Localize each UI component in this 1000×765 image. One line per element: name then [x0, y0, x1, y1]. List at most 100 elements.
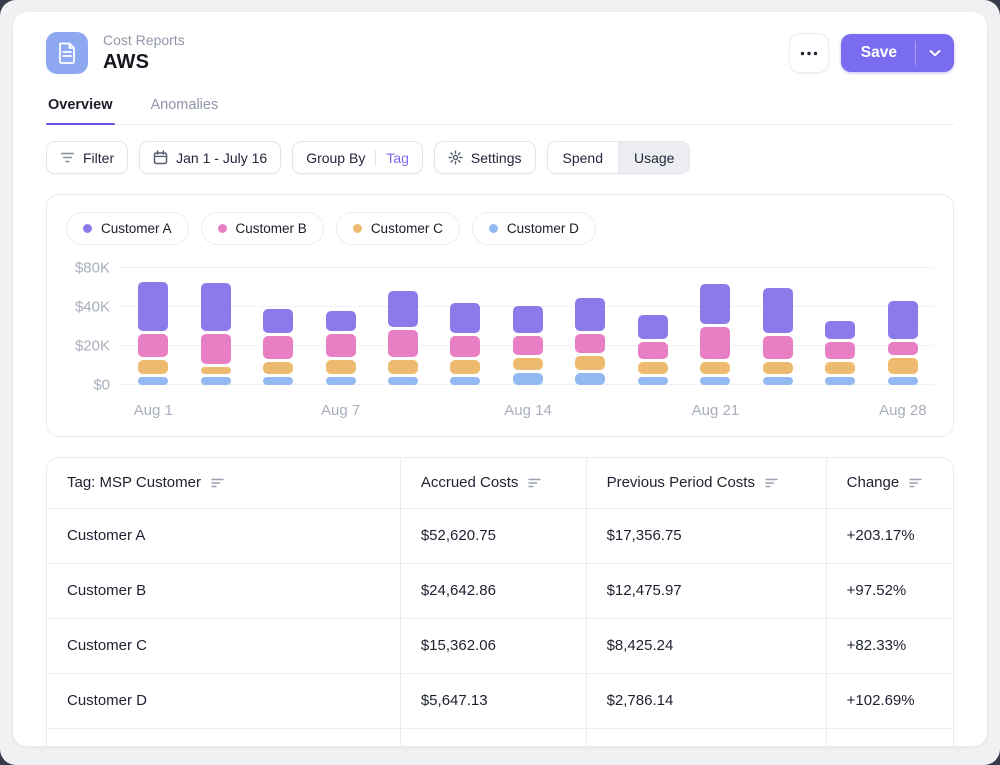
y-axis-label: $80K — [75, 260, 110, 277]
chart-bar[interactable] — [388, 291, 418, 385]
bar-segment-customer-c — [263, 362, 293, 375]
date-range-button[interactable]: Jan 1 - July 16 — [139, 141, 281, 174]
x-axis-label: Aug 14 — [497, 402, 559, 424]
bar-segment-customer-d — [201, 377, 231, 385]
table-cell: +102.69% — [826, 673, 953, 728]
report-card: Cost Reports AWS Save — [13, 12, 987, 746]
bar-segment-customer-d — [263, 377, 293, 385]
table-row[interactable]: Customer B$24,642.86$12,475.97+97.52% — [47, 563, 953, 618]
legend-pill-customer-b[interactable]: Customer B — [201, 212, 324, 245]
bar-segment-customer-a — [638, 315, 668, 339]
bar-segment-customer-c — [513, 358, 543, 371]
table-row[interactable]: Customer C$15,362.06$8,425.24+82.33% — [47, 618, 953, 673]
chart-bar[interactable] — [763, 288, 793, 385]
tab-bar: Overview Anomalies — [46, 89, 954, 125]
column-header-label: Accrued Costs — [421, 474, 519, 491]
x-axis-slot — [809, 402, 871, 424]
save-dropdown-button[interactable] — [916, 34, 954, 72]
chart-bar[interactable] — [825, 321, 855, 385]
column-header-change[interactable]: Change — [826, 458, 953, 508]
sort-icon[interactable] — [528, 478, 541, 488]
bar-segment-customer-b — [763, 336, 793, 358]
bar-segment-customer-d — [138, 377, 168, 385]
x-axis-label: Aug 1 — [122, 402, 184, 424]
table-cell: Customer D — [47, 673, 400, 728]
table-cell — [586, 728, 826, 746]
table-cell: $52,620.75 — [400, 508, 586, 563]
bar-segment-customer-a — [700, 284, 730, 324]
filter-icon — [60, 152, 75, 163]
sort-icon[interactable] — [909, 478, 922, 488]
legend-pill-customer-d[interactable]: Customer D — [472, 212, 596, 245]
table-row-partial — [47, 728, 953, 746]
legend-label: Customer B — [236, 221, 307, 236]
header: Cost Reports AWS Save — [46, 12, 954, 74]
x-axis-slot — [747, 402, 809, 424]
column-header-previous-period-costs[interactable]: Previous Period Costs — [586, 458, 826, 508]
table-cell: $8,425.24 — [586, 618, 826, 673]
bar-segment-customer-a — [201, 283, 231, 332]
bar-segment-customer-c — [201, 367, 231, 374]
chart-bar[interactable] — [638, 315, 668, 385]
more-options-button[interactable] — [789, 33, 829, 73]
chart-legend: Customer A Customer B Customer C Customer D — [66, 212, 934, 245]
bar-segment-customer-b — [638, 342, 668, 359]
table-row[interactable]: Customer A$52,620.75$17,356.75+203.17% — [47, 508, 953, 563]
group-by-button[interactable]: Group By Tag — [292, 141, 423, 174]
tab-overview[interactable]: Overview — [46, 89, 115, 124]
chart-bar[interactable] — [888, 301, 918, 385]
bar-segment-customer-c — [388, 360, 418, 375]
column-header-tag-msp-customer[interactable]: Tag: MSP Customer — [47, 458, 400, 508]
save-split-button: Save — [841, 34, 954, 72]
x-axis-slot — [622, 402, 684, 424]
chart-bar[interactable] — [450, 303, 480, 385]
bar-segment-customer-d — [825, 377, 855, 385]
x-axis-slot — [184, 402, 246, 424]
legend-pill-customer-c[interactable]: Customer C — [336, 212, 460, 245]
legend-dot-icon — [489, 224, 498, 233]
bar-segment-customer-d — [575, 373, 605, 385]
sort-icon[interactable] — [765, 478, 778, 488]
chart-bar[interactable] — [700, 284, 730, 385]
bar-segment-customer-c — [825, 362, 855, 375]
bar-segment-customer-b — [450, 336, 480, 356]
sort-icon[interactable] — [211, 478, 224, 488]
table-row[interactable]: Customer D$5,647.13$2,786.14+102.69% — [47, 673, 953, 728]
filter-button[interactable]: Filter — [46, 141, 128, 174]
date-range-label: Jan 1 - July 16 — [176, 150, 267, 166]
chart-bar[interactable] — [201, 283, 231, 385]
column-header-accrued-costs[interactable]: Accrued Costs — [400, 458, 586, 508]
bar-segment-customer-a — [513, 306, 543, 333]
bar-segment-customer-a — [888, 301, 918, 339]
header-actions: Save — [789, 33, 954, 73]
chart-bar[interactable] — [263, 309, 293, 385]
bar-segment-customer-b — [201, 334, 231, 364]
x-axis: Aug 1Aug 7Aug 14Aug 21Aug 28 — [122, 402, 934, 424]
bar-segment-customer-d — [326, 377, 356, 385]
tab-anomalies[interactable]: Anomalies — [149, 89, 221, 124]
gear-icon — [448, 150, 463, 165]
chart-bar[interactable] — [326, 311, 356, 385]
toggle-usage[interactable]: Usage — [618, 142, 689, 173]
bar-segment-customer-c — [700, 362, 730, 375]
bar-segment-customer-a — [263, 309, 293, 333]
legend-label: Customer A — [101, 221, 172, 236]
save-button[interactable]: Save — [841, 34, 915, 72]
column-header-label: Tag: MSP Customer — [67, 474, 201, 491]
chevron-down-icon — [929, 49, 941, 57]
app-window: Cost Reports AWS Save — [0, 0, 1000, 765]
chart-bar[interactable] — [513, 306, 543, 385]
table-cell: $12,475.97 — [586, 563, 826, 618]
bar-segment-customer-a — [326, 311, 356, 331]
stacked-bar-chart: $0$20K$40K$80K Aug 1Aug 7Aug 14Aug 21Aug… — [66, 261, 934, 424]
toggle-spend[interactable]: Spend — [548, 142, 618, 173]
x-axis-slot — [434, 402, 496, 424]
table-cell: $24,642.86 — [400, 563, 586, 618]
table-cell: Customer B — [47, 563, 400, 618]
chart-bar[interactable] — [575, 298, 605, 385]
column-header-inner: Accrued Costs — [421, 474, 586, 491]
legend-pill-customer-a[interactable]: Customer A — [66, 212, 189, 245]
chart-bar[interactable] — [138, 282, 168, 385]
settings-button[interactable]: Settings — [434, 141, 536, 174]
table-cell — [400, 728, 586, 746]
